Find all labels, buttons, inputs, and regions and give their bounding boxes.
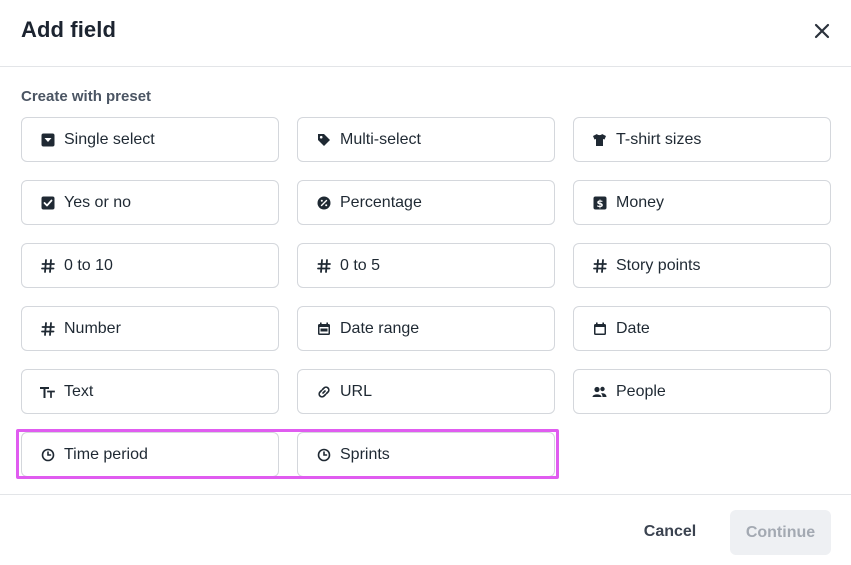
tag-icon	[316, 132, 331, 147]
preset-label: People	[616, 382, 666, 400]
cancel-button[interactable]: Cancel	[632, 510, 708, 554]
preset-label: Time period	[64, 445, 148, 463]
preset-label: T-shirt sizes	[616, 130, 702, 148]
preset-label: Story points	[616, 256, 701, 274]
clock-icon	[40, 447, 55, 462]
preset-label: Date	[616, 319, 650, 337]
preset-people[interactable]: People	[573, 369, 831, 414]
dollar-icon: $	[592, 195, 607, 210]
preset-label: Single select	[64, 130, 155, 148]
continue-button[interactable]: Continue	[730, 510, 831, 555]
hash-icon	[40, 321, 55, 336]
preset-label: Yes or no	[64, 193, 132, 211]
calendar-icon	[592, 321, 607, 336]
preset-label: Text	[64, 382, 94, 400]
calendar-range-icon	[316, 321, 331, 336]
preset-label: 0 to 10	[64, 256, 113, 274]
hash-icon	[316, 258, 331, 273]
preset-label: Money	[616, 193, 665, 211]
preset-label: URL	[340, 382, 373, 400]
preset-text[interactable]: Text	[21, 369, 279, 414]
add-field-dialog: Add field Create with preset Single sele…	[0, 0, 851, 565]
preset-money[interactable]: $ Money	[573, 180, 831, 225]
tshirt-icon	[592, 132, 607, 147]
preset-date[interactable]: Date	[573, 306, 831, 351]
dialog-footer: Cancel Continue	[0, 494, 851, 565]
preset-label: 0 to 5	[340, 256, 381, 274]
preset-0-to-10[interactable]: 0 to 10	[21, 243, 279, 288]
preset-label: Date range	[340, 319, 420, 337]
preset-label: Sprints	[340, 445, 390, 463]
hash-icon	[40, 258, 55, 273]
preset-percentage[interactable]: Percentage	[297, 180, 555, 225]
preset-label: Multi-select	[340, 130, 421, 148]
percentage-icon	[316, 195, 331, 210]
link-icon	[316, 384, 331, 399]
preset-yes-or-no[interactable]: Yes or no	[21, 180, 279, 225]
preset-single-select[interactable]: Single select	[21, 117, 279, 162]
preset-date-range[interactable]: Date range	[297, 306, 555, 351]
preset-label: Percentage	[340, 193, 422, 211]
preset-grid: Single select Multi-select T-shirt sizes…	[0, 0, 851, 495]
hash-icon	[592, 258, 607, 273]
preset-label: Number	[64, 319, 121, 337]
checkbox-icon	[40, 195, 55, 210]
preset-0-to-5[interactable]: 0 to 5	[297, 243, 555, 288]
preset-number[interactable]: Number	[21, 306, 279, 351]
single-select-icon	[40, 132, 55, 147]
preset-time-period[interactable]: Time period	[21, 432, 279, 477]
preset-story-points[interactable]: Story points	[573, 243, 831, 288]
text-icon	[40, 384, 55, 399]
preset-tshirt-sizes[interactable]: T-shirt sizes	[573, 117, 831, 162]
svg-text:$: $	[596, 199, 603, 210]
preset-sprints[interactable]: Sprints	[297, 432, 555, 477]
preset-url[interactable]: URL	[297, 369, 555, 414]
people-icon	[592, 384, 607, 399]
preset-multi-select[interactable]: Multi-select	[297, 117, 555, 162]
clock-icon	[316, 447, 331, 462]
